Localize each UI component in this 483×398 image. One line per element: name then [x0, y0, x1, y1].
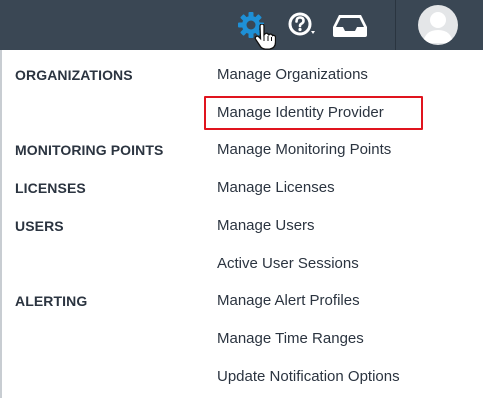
inbox-icon[interactable] — [330, 10, 370, 40]
menu-item-update-notification-options[interactable]: Update Notification Options — [217, 368, 400, 385]
category-users: USERS — [15, 218, 64, 234]
highlight-box-identity-provider — [204, 96, 423, 130]
category-monitoring-points: MONITORING POINTS — [15, 142, 164, 158]
user-avatar[interactable] — [418, 5, 458, 45]
category-organizations: ORGANIZATIONS — [15, 67, 133, 83]
menu-item-manage-organizations[interactable]: Manage Organizations — [217, 66, 368, 83]
menu-item-manage-monitoring-points[interactable]: Manage Monitoring Points — [217, 141, 391, 158]
menu-item-manage-alert-profiles[interactable]: Manage Alert Profiles — [217, 292, 360, 309]
pointer-hand-cursor-icon — [254, 23, 277, 50]
category-alerting: ALERTING — [15, 293, 88, 309]
menu-item-manage-time-ranges[interactable]: Manage Time Ranges — [217, 330, 364, 347]
menu-item-manage-licenses[interactable]: Manage Licenses — [217, 179, 335, 196]
menu-item-active-user-sessions[interactable]: Active User Sessions — [217, 255, 359, 272]
category-licenses: LICENSES — [15, 180, 86, 196]
menu-item-manage-users[interactable]: Manage Users — [217, 217, 315, 234]
top-navigation-bar — [0, 0, 483, 50]
help-icon[interactable] — [285, 9, 321, 41]
topbar-divider — [395, 0, 396, 50]
